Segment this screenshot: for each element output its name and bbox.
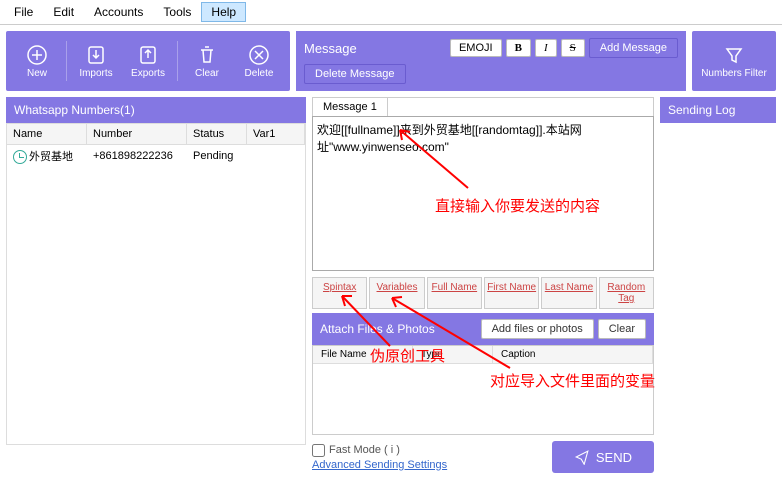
bottom-bar: Fast Mode ( i ) Advanced Sending Setting… [312, 441, 654, 473]
imports-button[interactable]: Imports [71, 37, 121, 85]
advanced-settings-link[interactable]: Advanced Sending Settings [312, 459, 447, 471]
message-title: Message [304, 41, 357, 56]
imports-label: Imports [79, 68, 112, 79]
send-label: SEND [596, 450, 632, 465]
log-panel: Sending Log [660, 97, 776, 473]
exports-button[interactable]: Exports [123, 37, 173, 85]
att-col-caption[interactable]: Caption [493, 346, 653, 363]
message-textarea[interactable] [312, 116, 654, 271]
delete-button[interactable]: Delete [234, 37, 284, 85]
clear-label: Clear [195, 68, 219, 79]
send-icon [574, 449, 590, 465]
emoji-button[interactable]: EMOJI [450, 39, 502, 57]
delete-message-button[interactable]: Delete Message [304, 64, 406, 84]
strike-button[interactable]: S [561, 39, 585, 57]
numbers-table-body[interactable]: 外贸基地 +861898222236 Pending [6, 145, 306, 445]
row-number: +861898222236 [87, 148, 187, 164]
menu-edit[interactable]: Edit [43, 2, 84, 22]
italic-button[interactable]: I [535, 39, 557, 57]
row-name: 外贸基地 [29, 151, 73, 163]
col-name[interactable]: Name [7, 124, 87, 144]
att-col-type[interactable]: Type [413, 346, 493, 363]
bold-button[interactable]: B [506, 39, 531, 57]
firstname-button[interactable]: First Name [484, 277, 539, 309]
delete-label: Delete [245, 68, 274, 79]
export-icon [137, 44, 159, 66]
message-header: Message EMOJI B I S Add Message Delete M… [296, 31, 686, 91]
x-circle-icon [248, 44, 270, 66]
fast-mode-input[interactable] [312, 444, 325, 457]
menu-tools[interactable]: Tools [153, 2, 201, 22]
col-number[interactable]: Number [87, 124, 187, 144]
message-panel: Message 1 Spintax Variables Full Name Fi… [312, 97, 654, 473]
message-tabs: Message 1 [312, 97, 654, 116]
exports-label: Exports [131, 68, 165, 79]
numbers-filter-label: Numbers Filter [701, 68, 767, 79]
clear-button[interactable]: Clear [182, 37, 232, 85]
tab-message-1[interactable]: Message 1 [313, 98, 388, 116]
numbers-panel: Whatsapp Numbers(1) Name Number Status V… [6, 97, 306, 473]
row-var1 [247, 154, 305, 158]
randomtag-button[interactable]: Random Tag [599, 277, 654, 309]
menubar: File Edit Accounts Tools Help [0, 0, 782, 25]
variables-button[interactable]: Variables [369, 277, 424, 309]
spintax-button[interactable]: Spintax [312, 277, 367, 309]
menu-accounts[interactable]: Accounts [84, 2, 153, 22]
col-var1[interactable]: Var1 [247, 124, 305, 144]
add-message-button[interactable]: Add Message [589, 38, 678, 58]
trash-icon [196, 44, 218, 66]
send-button[interactable]: SEND [552, 441, 654, 473]
log-title: Sending Log [660, 97, 776, 123]
import-icon [85, 44, 107, 66]
attach-list[interactable]: File Name Type Caption [312, 345, 654, 435]
att-col-file[interactable]: File Name [313, 346, 413, 363]
variable-buttons: Spintax Variables Full Name First Name L… [312, 277, 654, 309]
attach-title: Attach Files & Photos [320, 322, 435, 336]
menu-file[interactable]: File [4, 2, 43, 22]
numbers-title: Whatsapp Numbers(1) [6, 97, 306, 123]
toolbar-numbers: New Imports Exports Clear Delete [6, 31, 290, 91]
row-status: Pending [187, 148, 247, 164]
fast-mode-checkbox[interactable]: Fast Mode ( i ) [312, 444, 447, 457]
add-files-button[interactable]: Add files or photos [481, 319, 594, 339]
numbers-filter-button[interactable]: Numbers Filter [698, 37, 770, 85]
fullname-button[interactable]: Full Name [427, 277, 482, 309]
menu-help[interactable]: Help [201, 2, 246, 22]
fast-mode-label: Fast Mode ( i ) [329, 444, 400, 456]
new-label: New [27, 68, 47, 79]
attach-panel: Attach Files & Photos Add files or photo… [312, 313, 654, 435]
filter-icon [723, 44, 745, 66]
attach-header: Attach Files & Photos Add files or photo… [312, 313, 654, 345]
new-button[interactable]: New [12, 37, 62, 85]
clock-icon [13, 150, 27, 164]
lastname-button[interactable]: Last Name [541, 277, 596, 309]
clear-files-button[interactable]: Clear [598, 319, 646, 339]
table-row[interactable]: 外贸基地 +861898222236 Pending [7, 145, 305, 167]
numbers-table-header: Name Number Status Var1 [6, 123, 306, 145]
col-status[interactable]: Status [187, 124, 247, 144]
toolbar-right: Numbers Filter [692, 31, 776, 91]
plus-circle-icon [26, 44, 48, 66]
